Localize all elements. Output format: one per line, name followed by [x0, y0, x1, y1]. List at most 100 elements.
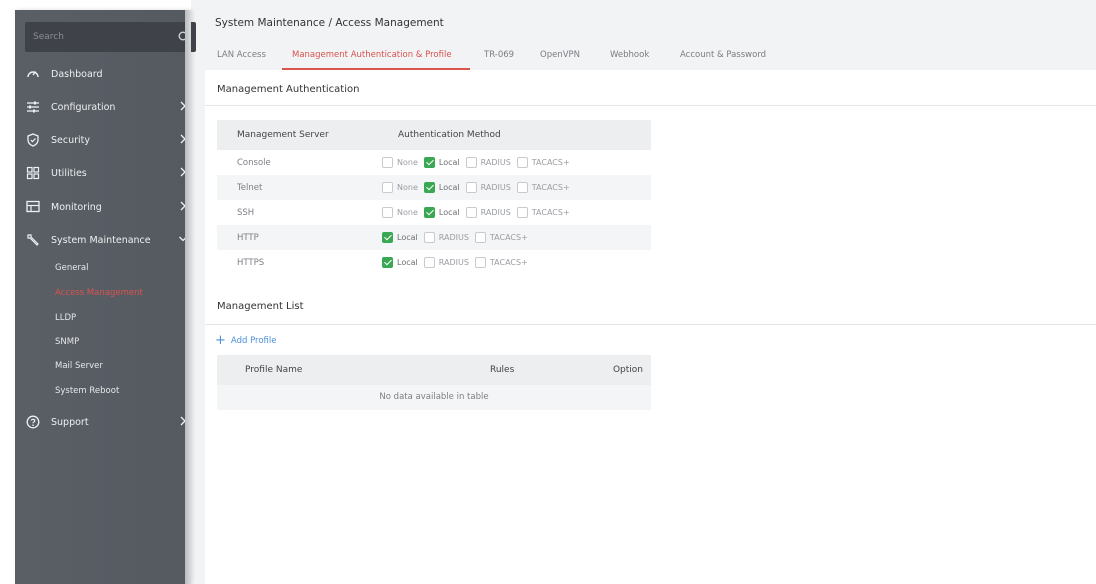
management-list-title: Management List: [217, 301, 304, 312]
checkbox-none[interactable]: [382, 157, 393, 168]
server-name: Console: [237, 157, 271, 168]
checkbox-radius[interactable]: [423, 232, 435, 243]
checkbox-local[interactable]: [423, 157, 435, 168]
sidebar-subitem-lldp[interactable]: LLDP: [55, 310, 76, 326]
sidebar-edge: [185, 10, 191, 584]
sidebar-item-label: Support: [51, 416, 89, 428]
option-local[interactable]: Local: [423, 182, 460, 193]
sidebar-item-dashboard[interactable]: Dashboard: [25, 61, 200, 87]
option-none[interactable]: None: [382, 207, 418, 218]
option-radius[interactable]: RADIUS: [465, 157, 511, 168]
option-label: Local: [397, 233, 418, 242]
option-none[interactable]: None: [382, 182, 418, 193]
sidebar-subitem-system-reboot[interactable]: System Reboot: [55, 383, 119, 399]
option-label: None: [397, 158, 418, 167]
option-label: TACACS+: [531, 158, 570, 167]
option-local[interactable]: Local: [423, 157, 460, 168]
server-name: HTTP: [237, 232, 259, 243]
option-radius[interactable]: RADIUS: [465, 182, 511, 193]
table-row: SSH None Local RADIUS TACACS+: [217, 200, 651, 225]
method-options: None Local RADIUS TACACS+: [382, 182, 576, 193]
tab-openvpn[interactable]: OpenVPN: [540, 50, 580, 60]
checkbox-local[interactable]: [382, 232, 393, 243]
tab-management-authentication-profile[interactable]: Management Authentication & Profile: [292, 50, 452, 60]
empty-table-message: No data available in table: [217, 385, 651, 410]
checkbox-tacacs[interactable]: [474, 257, 486, 268]
option-local[interactable]: Local: [382, 232, 418, 243]
table-row: Console None Local RADIUS TACACS+: [217, 150, 651, 175]
sidebar-item-label: Dashboard: [51, 68, 103, 80]
sidebar-item-label: System Maintenance: [51, 234, 151, 246]
wrench-icon: [25, 232, 41, 248]
sidebar-item-support[interactable]: Support: [25, 409, 200, 435]
sidebar-item-utilities[interactable]: Utilities: [25, 160, 200, 186]
sidebar-subitem-general[interactable]: General: [55, 260, 89, 276]
sidebar-item-security[interactable]: Security: [25, 127, 200, 153]
checkbox-none[interactable]: [382, 182, 393, 193]
server-name: SSH: [237, 207, 255, 218]
checkbox-tacacs[interactable]: [516, 157, 528, 168]
checkbox-none[interactable]: [382, 207, 393, 218]
add-profile-label: Add Profile: [230, 336, 277, 346]
checkbox-radius[interactable]: [465, 182, 477, 193]
sidebar-item-configuration[interactable]: Configuration: [25, 94, 200, 120]
col-management-server: Management Server: [237, 130, 329, 140]
search-box[interactable]: [25, 22, 196, 52]
checkbox-radius[interactable]: [465, 207, 477, 218]
tab-account-password[interactable]: Account & Password: [680, 50, 766, 60]
sidebar-item-monitoring[interactable]: Monitoring: [25, 194, 200, 220]
option-local[interactable]: Local: [423, 207, 460, 218]
option-label: Local: [438, 158, 460, 167]
server-name: HTTPS: [237, 257, 265, 268]
option-radius[interactable]: RADIUS: [423, 232, 469, 243]
server-name: Telnet: [237, 182, 263, 193]
checkbox-local[interactable]: [423, 207, 435, 218]
sidebar-subitem-mail-server[interactable]: Mail Server: [55, 358, 103, 374]
sidebar-subitem-access-management[interactable]: Access Management: [55, 285, 143, 301]
checkbox-tacacs[interactable]: [516, 182, 528, 193]
section-divider: [205, 324, 1096, 325]
tab-lan-access[interactable]: LAN Access: [217, 50, 266, 60]
sidebar-item-system-maintenance[interactable]: System Maintenance: [25, 227, 200, 253]
option-label: Local: [438, 183, 460, 192]
option-tacacs[interactable]: TACACS+: [474, 232, 528, 243]
management-authentication-title: Management Authentication: [217, 84, 360, 95]
checkbox-tacacs[interactable]: [516, 207, 528, 218]
col-rules: Rules: [490, 365, 515, 375]
dashboard-icon: [25, 66, 41, 82]
plus-icon: +: [215, 333, 226, 348]
option-label: None: [397, 208, 418, 217]
sidebar-subitem-snmp[interactable]: SNMP: [55, 334, 79, 350]
configuration-icon: [25, 99, 41, 115]
option-none[interactable]: None: [382, 157, 418, 168]
checkbox-tacacs[interactable]: [474, 232, 486, 243]
sidebar-item-label: Security: [51, 134, 91, 146]
checkbox-local[interactable]: [423, 182, 435, 193]
option-label: TACACS+: [531, 183, 570, 192]
option-radius[interactable]: RADIUS: [465, 207, 511, 218]
management-list-header: Profile Name Rules Option: [217, 355, 651, 385]
option-label: RADIUS: [480, 208, 511, 217]
section-divider: [205, 105, 1096, 106]
tab-webhook[interactable]: Webhook: [610, 50, 649, 60]
option-radius[interactable]: RADIUS: [423, 257, 469, 268]
search-input[interactable]: [33, 29, 163, 45]
option-tacacs[interactable]: TACACS+: [516, 182, 570, 193]
checkbox-radius[interactable]: [465, 157, 477, 168]
option-tacacs[interactable]: TACACS+: [516, 157, 570, 168]
sidebar-item-label: Configuration: [51, 101, 116, 113]
shield-icon: [25, 132, 41, 148]
option-tacacs[interactable]: TACACS+: [516, 207, 570, 218]
tab-tr-069[interactable]: TR-069: [484, 50, 514, 60]
col-profile-name: Profile Name: [245, 365, 303, 375]
option-tacacs[interactable]: TACACS+: [474, 257, 528, 268]
monitor-icon: [25, 199, 41, 215]
checkbox-radius[interactable]: [423, 257, 435, 268]
option-local[interactable]: Local: [382, 257, 418, 268]
col-option: Option: [612, 365, 643, 375]
option-label: Local: [397, 258, 418, 267]
sidebar: Dashboard Configuration Security Utiliti…: [15, 10, 196, 584]
option-label: RADIUS: [438, 258, 469, 267]
add-profile-button[interactable]: + Add Profile: [215, 333, 277, 348]
checkbox-local[interactable]: [382, 257, 393, 268]
